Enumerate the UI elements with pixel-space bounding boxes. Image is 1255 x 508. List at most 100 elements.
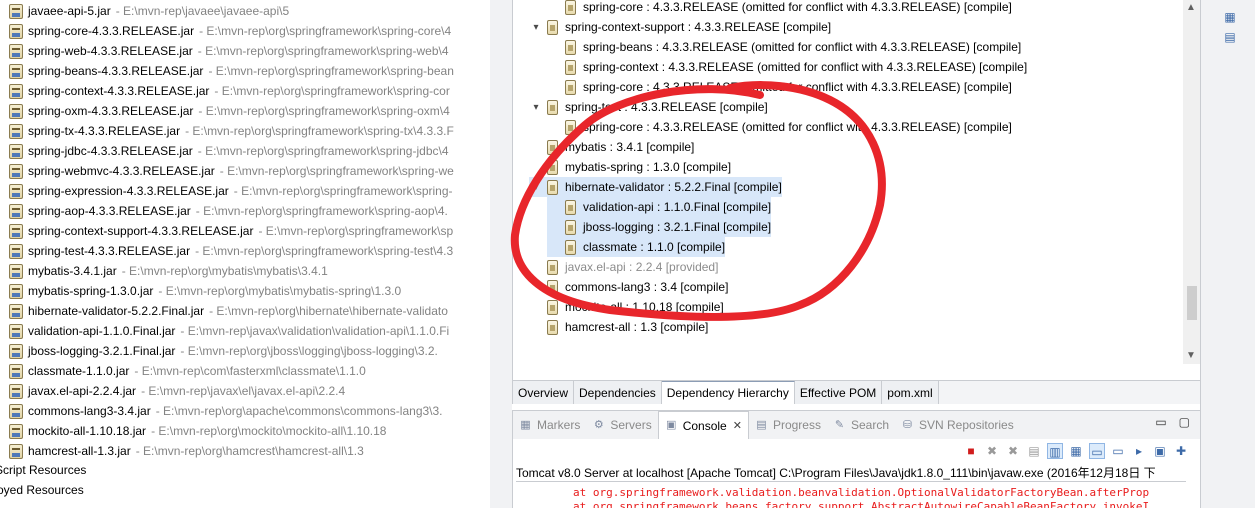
- remove-all-terminated-icon[interactable]: ✖: [1005, 443, 1021, 459]
- tree-node-label: mybatis-spring : 1.3.0 [compile]: [565, 160, 732, 174]
- display-console-icon[interactable]: ▣: [1152, 443, 1168, 459]
- word-wrap-icon[interactable]: ▦: [1068, 443, 1084, 459]
- jar-item[interactable]: spring-beans-4.3.3.RELEASE.jar - E:\mvn-r…: [0, 61, 490, 81]
- remove-launch-icon[interactable]: ✖: [984, 443, 1000, 459]
- jar-item[interactable]: spring-web-4.3.3.RELEASE.jar - E:\mvn-rep…: [0, 41, 490, 61]
- editor-tab[interactable]: Dependencies: [574, 381, 662, 404]
- jar-item[interactable]: spring-test-4.3.3.RELEASE.jar - E:\mvn-re…: [0, 241, 490, 261]
- jar-item[interactable]: spring-core-4.3.3.RELEASE.jar - E:\mvn-re…: [0, 21, 490, 41]
- pin-console-icon[interactable]: ▸: [1131, 443, 1147, 459]
- jar-name: commons-lang3-3.4.jar: [28, 404, 151, 418]
- editor-tab[interactable]: Dependency Hierarchy: [661, 381, 795, 404]
- jar-path: - E:\mvn-rep\org\springframework\spring-…: [208, 64, 454, 78]
- dependency-jar-icon: [565, 119, 576, 135]
- jar-item[interactable]: validation-api-1.1.0.Final.jar - E:\mvn-r…: [0, 321, 490, 341]
- jar-item[interactable]: spring-context-4.3.3.RELEASE.jar - E:\mvn…: [0, 81, 490, 101]
- tree-node[interactable]: mybatis-spring : 1.3.0 [compile]: [529, 157, 731, 177]
- show-on-stderr-icon[interactable]: ▭: [1110, 443, 1126, 459]
- jar-item[interactable]: mockito-all-1.10.18.jar - E:\mvn-rep\org\…: [0, 421, 490, 441]
- tree-node[interactable]: mybatis : 3.4.1 [compile]: [529, 137, 694, 157]
- jar-item[interactable]: spring-tx-4.3.3.RELEASE.jar - E:\mvn-rep\…: [0, 121, 490, 141]
- scroll-thumb[interactable]: [1187, 286, 1197, 320]
- view-tab[interactable]: ⚙ Servers: [586, 411, 657, 439]
- jar-path: - E:\mvn-rep\org\jboss\logging\jboss-log…: [180, 344, 438, 358]
- jar-icon: [9, 243, 23, 259]
- outline-icon[interactable]: ▦: [1223, 10, 1237, 24]
- jar-name: hibernate-validator-5.2.2.Final.jar: [28, 304, 205, 318]
- show-on-stdout-icon[interactable]: ▭: [1089, 443, 1105, 459]
- folder-item[interactable]: oyed Resources: [0, 480, 84, 500]
- tree-node[interactable]: spring-beans : 4.3.3.RELEASE (omitted fo…: [547, 37, 1021, 57]
- task-list-icon[interactable]: ▤: [1223, 30, 1237, 44]
- tree-node[interactable]: ▾ spring-context-support : 4.3.3.RELEASE …: [529, 17, 831, 37]
- collapse-twisty-icon[interactable]: ▾: [529, 102, 543, 113]
- jar-icon: [9, 303, 23, 319]
- tree-node[interactable]: spring-core : 4.3.3.RELEASE (omitted for…: [547, 77, 1012, 97]
- tree-node[interactable]: validation-api : 1.1.0.Final [compile]: [547, 197, 772, 217]
- jar-item[interactable]: commons-lang3-3.4.jar - E:\mvn-rep\org\ap…: [0, 401, 490, 421]
- tree-node[interactable]: mockito-all : 1.10.18 [compile]: [529, 297, 724, 317]
- jar-item[interactable]: spring-jdbc-4.3.3.RELEASE.jar - E:\mvn-re…: [0, 141, 490, 161]
- tree-node-label: spring-test : 4.3.3.RELEASE [compile]: [565, 100, 768, 114]
- tree-node[interactable]: spring-core : 4.3.3.RELEASE (omitted for…: [547, 117, 1012, 137]
- jar-name: spring-aop-4.3.3.RELEASE.jar: [28, 204, 191, 218]
- view-tab[interactable]: ▣ Console ✕: [657, 411, 749, 439]
- jar-item[interactable]: hibernate-validator-5.2.2.Final.jar - E:\…: [0, 301, 490, 321]
- scroll-lock-icon[interactable]: ▥: [1047, 443, 1063, 459]
- clear-console-icon[interactable]: ▤: [1026, 443, 1042, 459]
- tree-node[interactable]: javax.el-api : 2.2.4 [provided]: [529, 257, 718, 277]
- terminate-icon[interactable]: ■: [963, 443, 979, 459]
- jar-item[interactable]: classmate-1.1.0.jar - E:\mvn-rep\com\fast…: [0, 361, 490, 381]
- jar-item[interactable]: spring-oxm-4.3.3.RELEASE.jar - E:\mvn-rep…: [0, 101, 490, 121]
- editor-tab[interactable]: Overview: [513, 381, 575, 404]
- jar-path: - E:\mvn-rep\org\springframework\spring-…: [195, 244, 454, 258]
- jar-item[interactable]: javaee-api-5.jar - E:\mvn-rep\javaee\java…: [0, 1, 490, 21]
- view-tab[interactable]: ▤ Progress: [749, 411, 827, 439]
- scroll-down-icon[interactable]: ▼: [1186, 350, 1196, 361]
- view-tab[interactable]: ⛁ SVN Repositories: [895, 411, 1020, 439]
- tree-node[interactable]: spring-core : 4.3.3.RELEASE (omitted for…: [547, 0, 1012, 17]
- console-icon: ▣: [665, 419, 677, 431]
- tree-node[interactable]: jboss-logging : 3.2.1.Final [compile]: [547, 217, 772, 237]
- jar-item[interactable]: jboss-logging-3.2.1.Final.jar - E:\mvn-re…: [0, 341, 490, 361]
- minimize-icon[interactable]: ▭: [1155, 415, 1166, 429]
- jar-icon: [9, 363, 23, 379]
- jar-name: classmate-1.1.0.jar: [28, 364, 130, 378]
- scroll-up-icon[interactable]: ▲: [1186, 2, 1196, 13]
- jar-item[interactable]: hamcrest-all-1.3.jar - E:\mvn-rep\org\ham…: [0, 441, 490, 461]
- tree-node[interactable]: classmate : 1.1.0 [compile]: [547, 237, 726, 257]
- jar-item[interactable]: spring-webmvc-4.3.3.RELEASE.jar - E:\mvn-…: [0, 161, 490, 181]
- maximize-icon[interactable]: ▢: [1179, 415, 1190, 429]
- jar-icon: [9, 383, 23, 399]
- open-console-icon[interactable]: ✚: [1173, 443, 1189, 459]
- tree-node[interactable]: ▾ spring-test : 4.3.3.RELEASE [compile]: [529, 97, 768, 117]
- view-tab[interactable]: ▦ Markers: [513, 411, 586, 439]
- tree-node[interactable]: commons-lang3 : 3.4 [compile]: [529, 277, 728, 297]
- dependency-tree: spring-core : 4.3.3.RELEASE (omitted for…: [513, 0, 1183, 380]
- jar-item[interactable]: spring-context-support-4.3.3.RELEASE.jar…: [0, 221, 490, 241]
- console-toolbar: ■ ✖ ✖ ▤ ▥ ▦ ▭ ▭ ▸ ▣ ✚: [513, 439, 1201, 463]
- tree-node-label: spring-context : 4.3.3.RELEASE (omitted …: [583, 60, 1028, 74]
- tree-node-label: hamcrest-all : 1.3 [compile]: [565, 320, 709, 334]
- jar-item[interactable]: spring-expression-4.3.3.RELEASE.jar - E:\…: [0, 181, 490, 201]
- jar-item[interactable]: spring-aop-4.3.3.RELEASE.jar - E:\mvn-rep…: [0, 201, 490, 221]
- view-tab[interactable]: ✎ Search: [827, 411, 895, 439]
- tree-node[interactable]: ▾ hibernate-validator : 5.2.2.Final [comp…: [529, 177, 782, 197]
- tree-vertical-scrollbar[interactable]: ▲ ▼: [1183, 0, 1201, 364]
- pane-splitter[interactable]: [490, 0, 512, 508]
- close-icon[interactable]: ✕: [733, 419, 742, 432]
- folder-item[interactable]: Script Resources: [0, 460, 86, 480]
- tree-node-label: jboss-logging : 3.2.1.Final [compile]: [583, 220, 772, 234]
- tree-node[interactable]: spring-context : 4.3.3.RELEASE (omitted …: [547, 57, 1027, 77]
- jar-item[interactable]: mybatis-spring-1.3.0.jar - E:\mvn-rep\org…: [0, 281, 490, 301]
- jar-name: jboss-logging-3.2.1.Final.jar: [28, 344, 176, 358]
- tree-node[interactable]: hamcrest-all : 1.3 [compile]: [529, 317, 708, 337]
- view-tab-label: Search: [850, 418, 889, 432]
- editor-tab[interactable]: pom.xml: [882, 381, 939, 404]
- editor-tab[interactable]: Effective POM: [794, 381, 883, 404]
- jar-item[interactable]: javax.el-api-2.2.4.jar - E:\mvn-rep\javax…: [0, 381, 490, 401]
- jar-path: - E:\mvn-rep\org\springframework\spring-…: [198, 104, 450, 118]
- collapse-twisty-icon[interactable]: ▾: [529, 22, 543, 33]
- collapse-twisty-icon[interactable]: ▾: [529, 182, 543, 193]
- jar-item[interactable]: mybatis-3.4.1.jar - E:\mvn-rep\org\mybati…: [0, 261, 490, 281]
